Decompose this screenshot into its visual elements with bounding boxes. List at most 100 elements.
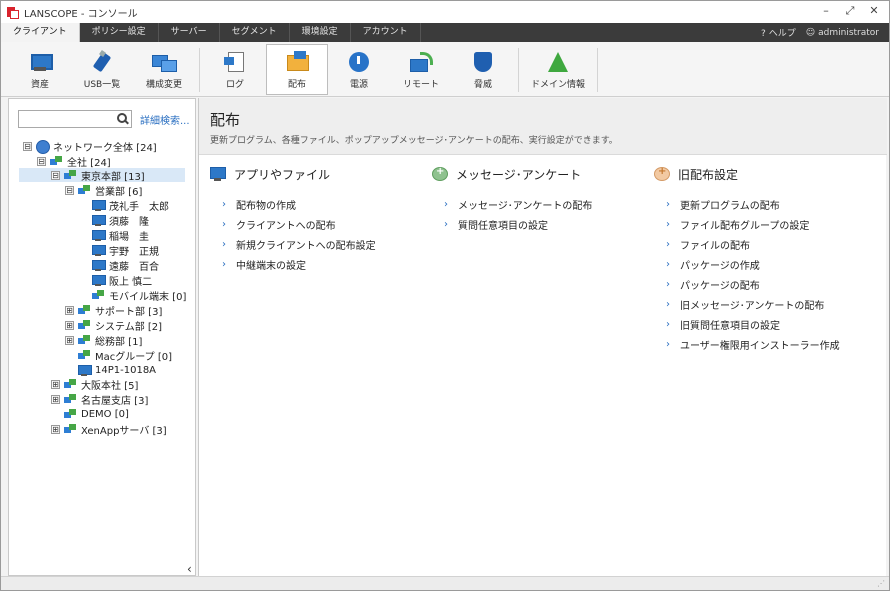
tree-node-pc[interactable]: 14P1-1018A (78, 363, 156, 377)
toolbar-threat-button[interactable]: 脅威 (452, 44, 514, 95)
expand-toggle-icon[interactable]: ⊞ (51, 394, 60, 404)
tree-node-pc[interactable]: 須藤 隆 (92, 213, 149, 228)
tree-node-mac-group[interactable]: Macグループ [0] (78, 348, 172, 363)
tree-node-network-all[interactable]: ⊟ ネットワーク全体 [24] (23, 139, 157, 154)
group-icon (78, 334, 91, 346)
chevron-right-icon: › (666, 198, 670, 210)
link-distribute-file[interactable]: › ファイルの配布 (654, 234, 874, 254)
toolbar-asset-button[interactable]: 資産 (9, 44, 71, 95)
window-title: LANSCOPE - コンソール (24, 8, 138, 20)
toolbar-log-label: ログ (225, 80, 244, 90)
chevron-right-icon: › (222, 238, 226, 250)
toolbar-distribution-button[interactable]: 配布 (266, 44, 328, 95)
group-icon (78, 319, 91, 331)
collapse-panel-chevron-icon[interactable]: ‹ (187, 562, 192, 576)
tab-server[interactable]: サーバー (159, 23, 220, 42)
link-distribute-to-client[interactable]: › クライアントへの配布 (210, 214, 430, 234)
close-button[interactable]: ✕ (867, 4, 881, 18)
resize-grip-icon[interactable]: ⋰ (877, 579, 885, 588)
link-file-distribution-group-settings[interactable]: › ファイル配布グループの設定 (654, 214, 874, 234)
tab-client[interactable]: クライアント (1, 23, 80, 42)
tree-node-pc[interactable]: 阪上 慎二 (92, 273, 152, 288)
expand-toggle-icon[interactable]: ⊞ (65, 305, 74, 315)
tree-node-tokyo-hq[interactable]: ⊟ 東京本部 [13] (19, 168, 185, 183)
link-list: › 更新プログラムの配布 › ファイル配布グループの設定 › ファイルの配布 › パッケ… (654, 194, 874, 354)
toolbar-threat-label: 脅威 (473, 80, 492, 90)
tree-node-support[interactable]: ⊞ サポート部 [3] (65, 303, 162, 318)
link-label: 中継端末の設定 (236, 260, 306, 272)
advanced-search-link[interactable]: 詳細検索... (140, 112, 190, 127)
tree-node-nagoya[interactable]: ⊞ 名古屋支店 [3] (51, 392, 148, 407)
chevron-right-icon: › (666, 338, 670, 350)
tree-node-pc[interactable]: 宇野 正規 (92, 243, 159, 258)
minimize-button[interactable]: – (819, 4, 833, 18)
tab-segment[interactable]: セグメント (220, 23, 290, 42)
toolbar-config-change-button[interactable]: 構成変更 (133, 44, 195, 95)
toolbar-log-button[interactable]: ログ (204, 44, 266, 95)
toolbar-domain-info-button[interactable]: ドメイン情報 (523, 44, 593, 95)
collapse-toggle-icon[interactable]: ⊟ (51, 170, 60, 180)
expand-toggle-icon[interactable]: ⊞ (51, 379, 60, 389)
tree-node-label: システム部 [2] (95, 321, 163, 333)
tab-account[interactable]: アカウント (351, 23, 421, 42)
tree-node-system[interactable]: ⊞ システム部 [2] (65, 318, 163, 333)
search-icon[interactable] (117, 113, 128, 124)
chevron-right-icon: › (666, 218, 670, 230)
link-create-distribution[interactable]: › 配布物の作成 (210, 194, 430, 214)
tree-node-mobile[interactable]: モバイル端末 [0] (92, 288, 186, 303)
toolbar-power-button[interactable]: 電源 (328, 44, 390, 95)
link-legacy-message-survey[interactable]: › 旧メッセージ･アンケートの配布 (654, 294, 874, 314)
tree-node-demo[interactable]: DEMO [0] (64, 407, 129, 421)
tree-node-general-affairs[interactable]: ⊞ 総務部 [1] (65, 333, 142, 348)
app-window: LANSCOPE - コンソール – ⤢ ✕ クライアント ポリシー設定 サーバ… (0, 0, 890, 591)
toolbar-config-change-label: 構成変更 (145, 80, 182, 90)
collapse-toggle-icon[interactable]: ⊟ (37, 156, 46, 166)
link-user-installer[interactable]: › ユーザー権限用インストーラー作成 (654, 334, 874, 354)
tree-node-pc[interactable]: 茂礼手 太郎 (92, 198, 169, 213)
tab-policy-settings[interactable]: ポリシー設定 (80, 23, 159, 42)
user-menu[interactable]: ☺ administrator (806, 28, 879, 38)
tree-node-osaka[interactable]: ⊞ 大阪本社 [5] (51, 377, 138, 392)
chevron-right-icon: › (222, 198, 226, 210)
tree-search-input[interactable] (18, 110, 132, 128)
link-question-optional-items[interactable]: › 質問任意項目の設定 (432, 214, 652, 234)
toolbar-asset-label: 資産 (30, 80, 49, 90)
help-label: ヘルプ (768, 29, 796, 39)
config-change-icon (152, 51, 177, 73)
tree-node-label: 稲場 圭 (109, 231, 149, 243)
tree-node-pc[interactable]: 稲場 圭 (92, 228, 149, 243)
maximize-button[interactable]: ⤢ (843, 4, 857, 18)
link-label: 新規クライアントへの配布設定 (236, 240, 376, 252)
link-legacy-question-items[interactable]: › 旧質問任意項目の設定 (654, 314, 874, 334)
computer-icon (92, 214, 106, 226)
expand-toggle-icon[interactable]: ⊞ (51, 424, 60, 434)
chevron-right-icon: › (444, 198, 448, 210)
page-description: 更新プログラム、各種ファイル、ポップアップメッセージ･アンケートの配布、実行設定… (210, 136, 618, 146)
user-name: administrator (818, 27, 879, 38)
link-distribute-update-program[interactable]: › 更新プログラムの配布 (654, 194, 874, 214)
collapse-toggle-icon[interactable]: ⊟ (65, 185, 74, 195)
chevron-right-icon: › (222, 258, 226, 270)
toolbar-remote-button[interactable]: リモート (390, 44, 452, 95)
expand-toggle-icon[interactable]: ⊞ (65, 335, 74, 345)
group-icon (64, 408, 77, 420)
link-distribute-package[interactable]: › パッケージの配布 (654, 274, 874, 294)
tree-node-pc[interactable]: 遠藤 百合 (92, 258, 159, 273)
group-icon (78, 184, 91, 196)
menubar-right: ? ヘルプ ☺ administrator (761, 23, 879, 42)
toolbar-usb-list-button[interactable]: USB一覧 (71, 44, 133, 95)
link-create-package[interactable]: › パッケージの作成 (654, 254, 874, 274)
tree-node-xenapp[interactable]: ⊞ XenAppサーバ [3] (51, 422, 167, 437)
link-relay-terminal-settings[interactable]: › 中継端末の設定 (210, 254, 430, 274)
help-link[interactable]: ? ヘルプ (761, 26, 796, 39)
tree-node-company[interactable]: ⊟ 全社 [24] (37, 154, 111, 169)
tab-environment-settings[interactable]: 環境設定 (290, 23, 351, 42)
expand-toggle-icon[interactable]: ⊞ (65, 320, 74, 330)
link-new-client-distribution-settings[interactable]: › 新規クライアントへの配布設定 (210, 234, 430, 254)
collapse-toggle-icon[interactable]: ⊟ (23, 141, 32, 151)
tree-node-sales[interactable]: ⊟ 営業部 [6] (65, 183, 142, 198)
section-header: アプリやファイル (210, 166, 430, 182)
status-bar: ⋰ (1, 576, 889, 590)
tree-node-label: ネットワーク全体 [24] (53, 142, 157, 154)
link-distribute-message-survey[interactable]: › メッセージ･アンケートの配布 (432, 194, 652, 214)
